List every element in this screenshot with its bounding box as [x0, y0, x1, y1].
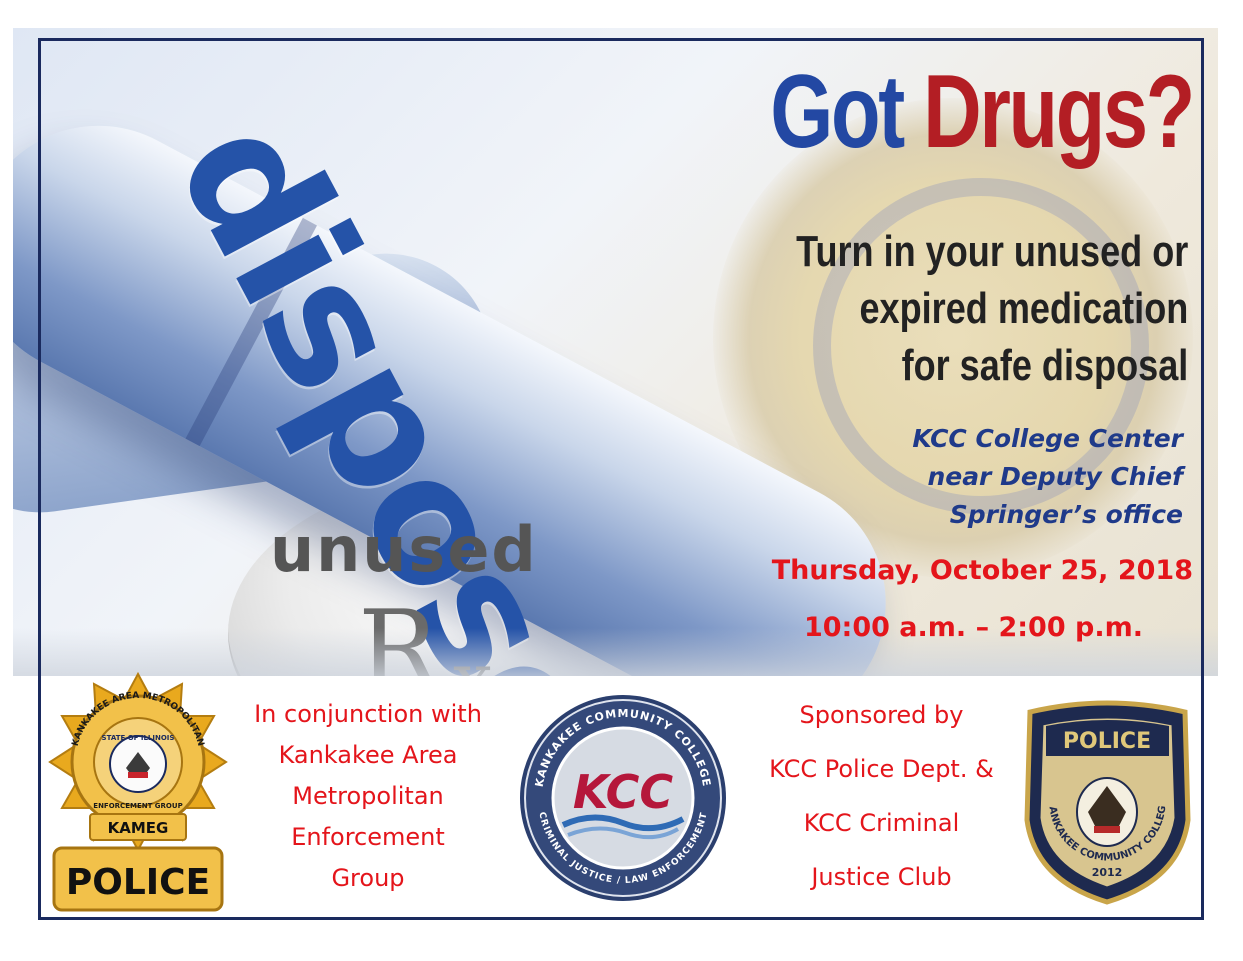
- partner-line: Enforcement: [291, 823, 445, 851]
- tagline: Turn in your unused or expired medicatio…: [796, 223, 1188, 394]
- tagline-line: expired medication: [859, 284, 1188, 333]
- headline-got: Got: [770, 54, 905, 170]
- partner-text: In conjunction with Kankakee Area Metrop…: [233, 694, 503, 899]
- kameg-badge-logo: KANKAKEE AREA METROPOLITAN STATE OF ILLI…: [48, 672, 228, 912]
- headline-drugs: Drugs?: [923, 54, 1195, 170]
- event-date: Thursday, October 25, 2018: [771, 555, 1193, 586]
- partner-line: In conjunction with: [254, 700, 482, 728]
- location-line: Springer’s office: [949, 500, 1183, 529]
- tagline-line: Turn in your unused or: [795, 227, 1188, 276]
- sponsor-line: KCC Criminal: [803, 809, 960, 837]
- headline: Got Drugs?: [770, 60, 1195, 164]
- eagle-icon: [1076, 777, 1138, 847]
- kcc-center-text: KCC: [573, 765, 673, 819]
- partner-line: Metropolitan: [292, 782, 444, 810]
- location-line: near Deputy Chief: [927, 462, 1183, 491]
- badge-police-label: POLICE: [66, 862, 210, 903]
- tagline-line: for safe disposal: [901, 341, 1188, 390]
- patch-title: POLICE: [1063, 729, 1151, 754]
- sponsor-line: KCC Police Dept. &: [769, 755, 994, 783]
- badge-state-text: STATE OF ILLINOIS: [102, 734, 175, 742]
- sponsor-line: Justice Club: [811, 863, 952, 891]
- sponsor-line: Sponsored by: [799, 701, 964, 729]
- event-location: KCC College Center near Deputy Chief Spr…: [912, 420, 1183, 534]
- kcc-police-patch-logo: POLICE KANKAKEE COMMUNITY COLLEGE 2012: [1020, 700, 1191, 905]
- location-line: KCC College Center: [912, 424, 1183, 453]
- patch-year: 2012: [1092, 866, 1123, 879]
- event-time: 10:00 a.m. – 2:00 p.m.: [803, 612, 1143, 643]
- badge-acronym: KAMEG: [108, 819, 169, 837]
- kcc-criminal-justice-logo: KANKAKEE COMMUNITY COLLEGE CRIMINAL JUST…: [520, 695, 726, 901]
- badge-group-text: ENFORCEMENT GROUP: [93, 802, 182, 810]
- sponsor-text: Sponsored by KCC Police Dept. & KCC Crim…: [744, 688, 1019, 904]
- partner-line: Kankakee Area: [278, 741, 458, 769]
- partner-line: Group: [331, 864, 405, 892]
